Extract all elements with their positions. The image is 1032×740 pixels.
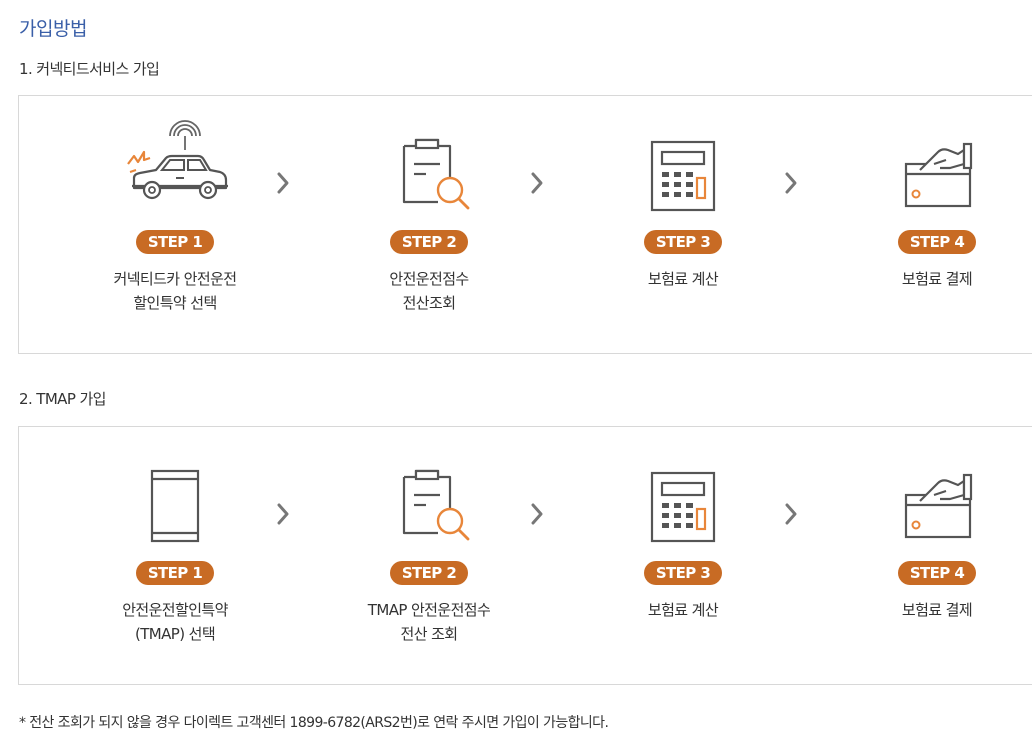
step-description: 안전운전점수 전산조회 [324, 267, 534, 315]
clipboard-search-icon [402, 469, 470, 541]
section-title-tmap: 2. TMAP 가입 [19, 390, 106, 408]
chevron-right-icon [531, 172, 543, 194]
step-description: 커넥티드카 안전운전 할인특약 선택 [70, 267, 280, 315]
step-description-line: 전산조회 [402, 294, 456, 312]
step-badge: STEP 3 [644, 230, 722, 254]
step-description-line: 안전운전할인특약 [122, 601, 228, 619]
step-description-line: 보험료 결제 [901, 270, 973, 288]
steps-panel-connected: STEP 1 커넥티드카 안전운전 할인특약 선택 STEP 2 안전운전점수 … [18, 95, 1032, 354]
connected-car-icon [127, 120, 228, 200]
chevron-right-icon [785, 503, 797, 525]
step-1: STEP 1 안전운전할인특약 (TMAP) 선택 [70, 427, 280, 684]
step-description-line: 보험료 계산 [647, 270, 719, 288]
step-description-line: 할인특약 선택 [133, 294, 217, 312]
step-1: STEP 1 커넥티드카 안전운전 할인특약 선택 [70, 96, 280, 353]
step-3: STEP 3 보험료 계산 [578, 96, 788, 353]
step-badge: STEP 3 [644, 561, 722, 585]
step-2: STEP 2 안전운전점수 전산조회 [324, 96, 534, 353]
chevron-right-icon [531, 503, 543, 525]
step-description: 안전운전할인특약 (TMAP) 선택 [70, 598, 280, 646]
step-badge: STEP 4 [898, 561, 976, 585]
step-3: STEP 3 보험료 계산 [578, 427, 788, 684]
step-badge: STEP 1 [136, 230, 214, 254]
calculator-icon [650, 140, 716, 212]
step-2: STEP 2 TMAP 안전운전점수 전산 조회 [324, 427, 534, 684]
step-description-line: 전산 조회 [400, 625, 459, 643]
chevron-right-icon [785, 172, 797, 194]
card-payment-icon [904, 142, 973, 208]
page-title: 가입방법 [19, 18, 87, 40]
step-4: STEP 4 보험료 결제 [832, 427, 1032, 684]
chevron-right-icon [277, 503, 289, 525]
step-description: 보험료 결제 [832, 598, 1032, 622]
section-title-connected: 1. 커넥티드서비스 가입 [19, 60, 160, 78]
card-payment-icon [904, 473, 973, 539]
step-badge: STEP 4 [898, 230, 976, 254]
step-description-line: TMAP 안전운전점수 [367, 601, 491, 619]
clipboard-search-icon [402, 138, 470, 210]
step-badge: STEP 2 [390, 230, 468, 254]
step-description-line: 보험료 계산 [647, 601, 719, 619]
step-description: TMAP 안전운전점수 전산 조회 [324, 598, 534, 646]
steps-panel-tmap: STEP 1 안전운전할인특약 (TMAP) 선택 STEP 2 TMAP 안전… [18, 426, 1032, 685]
step-badge: STEP 1 [136, 561, 214, 585]
smartphone-icon [150, 469, 200, 543]
step-description-line: 보험료 결제 [901, 601, 973, 619]
step-badge: STEP 2 [390, 561, 468, 585]
step-description: 보험료 계산 [578, 598, 788, 622]
step-description: 보험료 계산 [578, 267, 788, 291]
step-description-line: 안전운전점수 [389, 270, 469, 288]
calculator-icon [650, 471, 716, 543]
step-description-line: (TMAP) 선택 [134, 625, 216, 643]
footnote: * 전산 조회가 되지 않을 경우 다이렉트 고객센터 1899-6782(AR… [19, 715, 609, 731]
step-4: STEP 4 보험료 결제 [832, 96, 1032, 353]
step-description: 보험료 결제 [832, 267, 1032, 291]
step-description-line: 커넥티드카 안전운전 [113, 270, 238, 288]
chevron-right-icon [277, 172, 289, 194]
